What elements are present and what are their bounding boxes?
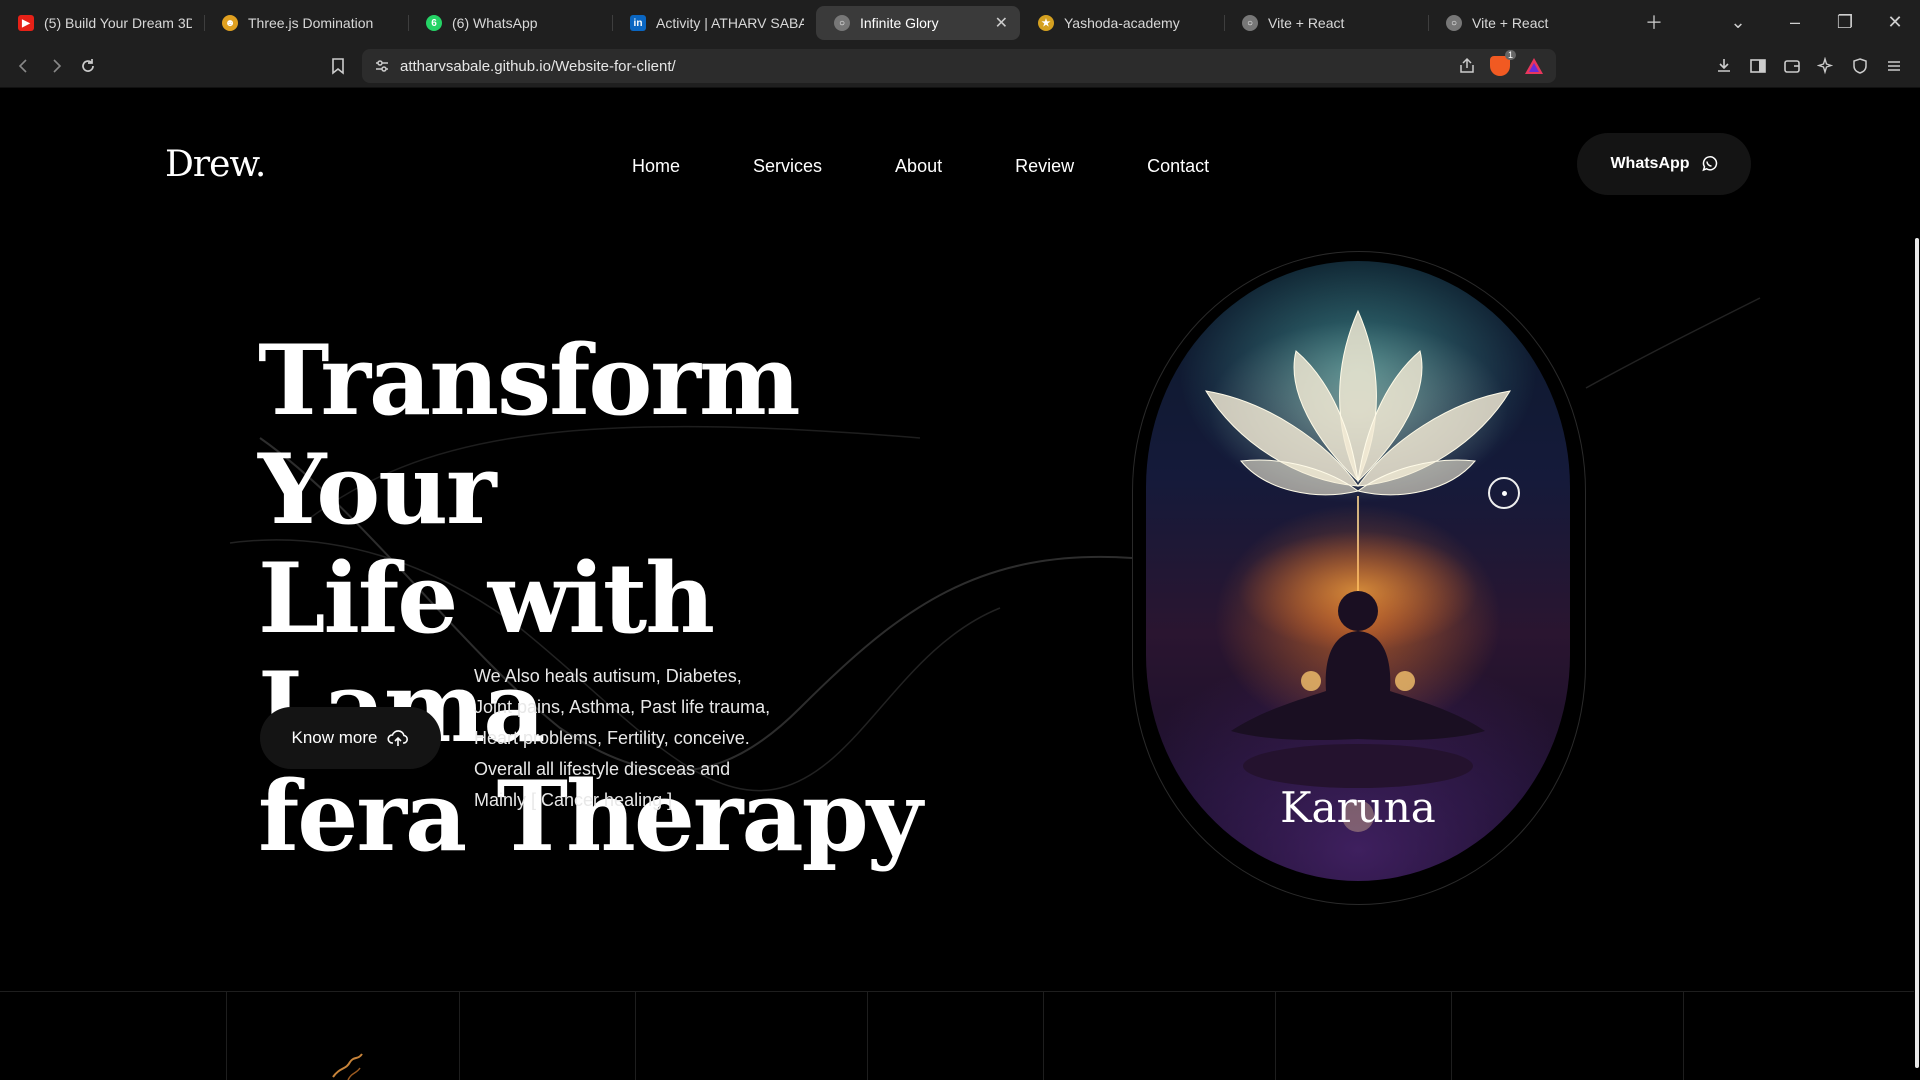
new-tab-button[interactable]: ＋	[1632, 5, 1676, 39]
chevron-right-icon	[53, 58, 62, 73]
tab-youtube[interactable]: ▶ (5) Build Your Dream 3D D	[0, 6, 204, 40]
nav-home[interactable]: Home	[632, 156, 680, 177]
hero-title-line: Transform Your	[258, 324, 801, 546]
threejs-icon: ☻	[222, 15, 238, 31]
share-icon[interactable]	[1458, 57, 1476, 75]
window-controls: – ❐ ✕	[1770, 0, 1920, 44]
conditions-line: Overall all lifestyle diesceas and	[474, 759, 731, 779]
custom-cursor	[1488, 477, 1520, 509]
globe-icon: ○	[1446, 15, 1462, 31]
conditions-line: Heart problems, Fertility, conceive.	[474, 728, 750, 748]
linkedin-icon: in	[630, 15, 646, 31]
rewards-triangle-icon[interactable]	[1524, 57, 1544, 75]
toolbar-right-icons	[1708, 50, 1910, 82]
reload-button[interactable]	[72, 50, 104, 82]
grid-divider	[226, 992, 227, 1080]
globe-icon: ○	[1242, 15, 1258, 31]
bookmark-icon	[332, 58, 344, 75]
conditions-line: Mainly [ Cancer healing ]	[474, 790, 673, 810]
minimize-button[interactable]: –	[1770, 0, 1820, 44]
tab-title: Yashoda-academy	[1064, 15, 1180, 31]
site-logo[interactable]: Drew.	[165, 144, 266, 185]
tab-vite-react-2[interactable]: ○ Vite + React	[1428, 6, 1632, 40]
close-icon[interactable]: ✕	[995, 13, 1008, 33]
tab-title: (6) WhatsApp	[452, 15, 538, 31]
restore-button[interactable]: ❐	[1820, 0, 1870, 44]
grid-divider	[867, 992, 868, 1080]
grid-divider	[1683, 992, 1684, 1080]
back-button[interactable]	[8, 50, 40, 82]
sparkle-icon	[1817, 57, 1834, 75]
download-icon	[1718, 59, 1730, 72]
whatsapp-button-label: WhatsApp	[1610, 155, 1690, 172]
academy-icon: ★	[1038, 15, 1054, 31]
partial-image-icon	[332, 1053, 363, 1080]
reload-icon	[82, 58, 94, 72]
shield-badge: 1	[1504, 50, 1516, 60]
menu-button[interactable]	[1878, 50, 1910, 82]
tab-yashoda[interactable]: ★ Yashoda-academy	[1020, 6, 1224, 40]
tab-title: Vite + React	[1472, 15, 1549, 31]
grid-divider	[1043, 992, 1044, 1080]
grid-divider	[1275, 992, 1276, 1080]
grid-divider	[459, 992, 460, 1080]
address-bar[interactable]: attharvsabale.github.io/Website-for-clie…	[362, 49, 1556, 83]
bottom-grid-section	[0, 991, 1920, 1080]
brave-shield-icon[interactable]: 1	[1490, 50, 1516, 76]
tab-list-button[interactable]: ⌄	[1716, 5, 1760, 39]
grid-divider	[635, 992, 636, 1080]
tab-strip: ▶ (5) Build Your Dream 3D D ☻ Three.js D…	[0, 0, 1920, 44]
know-more-button[interactable]: Know more	[260, 707, 441, 769]
tab-whatsapp[interactable]: 6 (6) WhatsApp	[408, 6, 612, 40]
tab-title: (5) Build Your Dream 3D D	[44, 15, 192, 31]
leo-ai-button[interactable]	[1810, 50, 1842, 82]
scrollbar-thumb[interactable]	[1915, 238, 1919, 1068]
sidebar-icon	[1750, 59, 1766, 73]
main-nav: Home Services About Review Contact	[632, 156, 1282, 177]
nav-contact[interactable]: Contact	[1147, 156, 1209, 177]
nav-about[interactable]: About	[895, 156, 942, 177]
tab-infinite-glory[interactable]: ○ Infinite Glory ✕	[816, 6, 1020, 40]
youtube-icon: ▶	[18, 15, 34, 31]
forward-button[interactable]	[40, 50, 72, 82]
know-more-label: Know more	[291, 728, 378, 747]
cloud-upload-icon	[387, 730, 409, 746]
bookmark-button[interactable]	[322, 50, 354, 82]
shield-icon	[1853, 58, 1867, 74]
globe-icon: ○	[834, 15, 850, 31]
tab-title: Vite + React	[1268, 15, 1345, 31]
whatsapp-icon	[1701, 156, 1717, 172]
sidebar-button[interactable]	[1742, 50, 1774, 82]
wallet-button[interactable]	[1776, 50, 1808, 82]
vpn-button[interactable]	[1844, 50, 1876, 82]
conditions-list: We Also heals autisum, Diabetes, Joint p…	[474, 661, 770, 816]
card-label: Karuna	[1280, 783, 1436, 832]
tab-title: Activity | ATHARV SABALE	[656, 15, 804, 31]
wallet-icon	[1784, 60, 1800, 73]
tab-threejs[interactable]: ☻ Three.js Domination	[204, 6, 408, 40]
whatsapp-button[interactable]: WhatsApp	[1577, 133, 1751, 195]
nav-services[interactable]: Services	[753, 156, 822, 177]
hamburger-icon	[1888, 61, 1900, 71]
page-scrollbar[interactable]	[1914, 88, 1920, 1080]
conditions-line: Joint pains, Asthma, Past life trauma,	[474, 697, 771, 717]
grid-divider	[1451, 992, 1452, 1080]
url-text: attharvsabale.github.io/Website-for-clie…	[400, 57, 676, 75]
tab-vite-react-1[interactable]: ○ Vite + React	[1224, 6, 1428, 40]
tab-title: Three.js Domination	[248, 15, 374, 31]
downloads-button[interactable]	[1708, 50, 1740, 82]
whatsapp-icon: 6	[426, 15, 442, 31]
nav-review[interactable]: Review	[1015, 156, 1074, 177]
close-window-button[interactable]: ✕	[1870, 0, 1920, 44]
site-settings-icon[interactable]	[374, 58, 390, 74]
conditions-line: We Also heals autisum, Diabetes,	[474, 666, 742, 686]
tab-linkedin[interactable]: in Activity | ATHARV SABALE	[612, 6, 816, 40]
chevron-left-icon	[18, 58, 27, 73]
web-page: Drew. Home Services About Review Contact…	[0, 88, 1920, 1080]
browser-toolbar: attharvsabale.github.io/Website-for-clie…	[0, 44, 1920, 88]
tab-title: Infinite Glory	[860, 15, 939, 31]
